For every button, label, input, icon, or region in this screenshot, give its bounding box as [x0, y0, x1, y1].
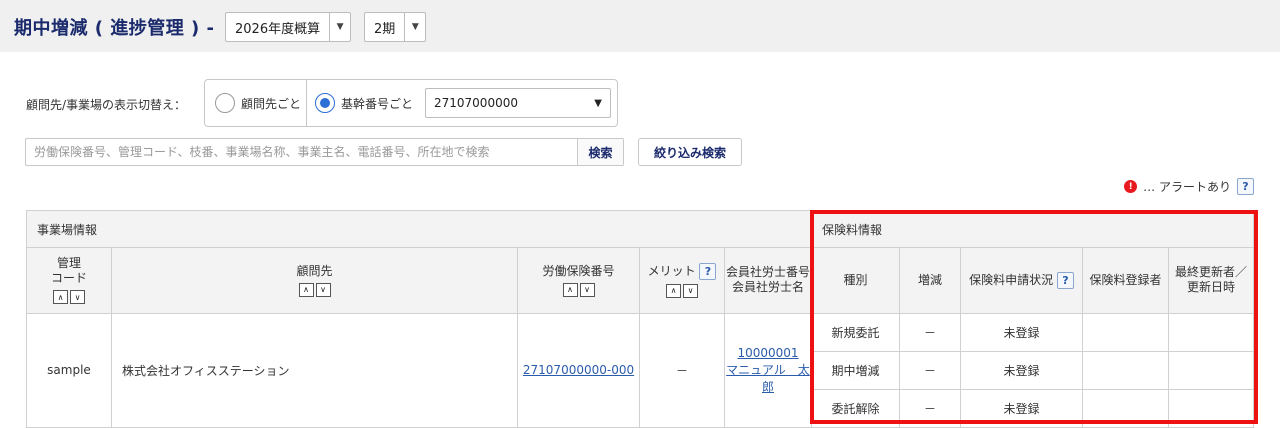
- cell-sharoushi: 10000001 マニュアル 太郎: [724, 312, 812, 428]
- cell-change: －: [899, 388, 961, 428]
- sort-desc-icon[interactable]: ∨: [70, 290, 85, 305]
- sort-desc-icon[interactable]: ∨: [683, 283, 698, 298]
- sort-buttons: ∧ ∨: [666, 283, 698, 298]
- col-header-code: 管理 コード ∧ ∨: [26, 247, 112, 314]
- radio-base-number-label: 基幹番号ごと: [341, 96, 414, 111]
- filter-search-button[interactable]: 絞り込み検索: [638, 138, 742, 166]
- period-select[interactable]: 2期 ▼: [364, 12, 427, 42]
- sort-buttons: ∧ ∨: [53, 290, 85, 305]
- cell-status: 未登録: [960, 312, 1083, 352]
- insurance-no-link[interactable]: 27107000000-000: [523, 363, 634, 377]
- display-switch-group: 顧問先ごと 基幹番号ごと 27107000000 ▼: [204, 79, 618, 127]
- sort-buttons: ∧ ∨: [562, 282, 595, 297]
- cell-updated: [1168, 388, 1254, 428]
- sort-asc-icon[interactable]: ∧: [666, 283, 681, 298]
- alert-legend: ! … アラートあり ?: [1124, 178, 1254, 195]
- sort-asc-icon[interactable]: ∧: [298, 282, 314, 297]
- col-code-label: 管理 コード: [50, 256, 87, 286]
- cell-code: sample: [26, 312, 112, 428]
- progress-table: 事業場情報 保険料情報 管理 コード ∧ ∨ 顧問先 ∧ ∨ 労働保険番号 ∧ ∨ メ…: [26, 209, 1254, 428]
- section-business-info: 事業場情報: [26, 209, 812, 249]
- radio-client-label: 顧問先ごと: [241, 96, 302, 111]
- page-title: 期中増減 ( 進捗管理 ) -: [14, 18, 215, 39]
- sharoushi-no-link[interactable]: 10000001: [737, 346, 798, 360]
- col-header-status: 保険料申請状況 ?: [960, 247, 1083, 314]
- cell-status: 未登録: [960, 388, 1083, 428]
- search-box: 検索: [25, 138, 624, 166]
- sharoushi-name-link[interactable]: マニュアル 太郎: [726, 363, 810, 394]
- radio-base-number[interactable]: 基幹番号ごと: [315, 93, 413, 113]
- sort-asc-icon[interactable]: ∧: [562, 282, 578, 297]
- sort-buttons: ∧ ∨: [298, 282, 331, 297]
- cell-client: 株式会社オフィスステーション: [111, 312, 518, 428]
- col-header-sharoushi: 会員社労士番号 会員社労士名: [724, 247, 812, 314]
- alert-legend-text: … アラートあり: [1143, 180, 1231, 194]
- base-number-value: 27107000000: [434, 96, 518, 110]
- cell-merit: －: [639, 312, 725, 428]
- cell-status: 未登録: [960, 350, 1083, 390]
- radio-client[interactable]: 顧問先ごと: [215, 93, 301, 113]
- base-number-select[interactable]: 27107000000 ▼: [425, 88, 611, 118]
- display-switch-label: 顧問先/事業場の表示切替え：: [26, 98, 187, 112]
- col-client-label: 顧問先: [296, 263, 333, 278]
- col-header-type: 種別: [811, 247, 900, 314]
- col-insurance-no-label: 労働保険番号: [542, 263, 615, 278]
- cell-change: －: [899, 312, 961, 352]
- cell-registrant: [1082, 388, 1169, 428]
- col-merit-wrap: メリット ?: [640, 262, 724, 280]
- cell-updated: [1168, 350, 1254, 390]
- col-merit-label: メリット: [647, 263, 696, 278]
- cell-registrant: [1082, 350, 1169, 390]
- table-row: sample 株式会社オフィスステーション 27107000000-000 － …: [26, 312, 1254, 428]
- cell-type: 新規委託: [811, 312, 900, 352]
- col-header-merit: メリット ? ∧ ∨: [639, 247, 725, 314]
- cell-type: 期中増減: [811, 350, 900, 390]
- col-header-updated: 最終更新者／ 更新日時: [1168, 247, 1254, 314]
- sort-desc-icon[interactable]: ∨: [315, 282, 331, 297]
- sort-asc-icon[interactable]: ∧: [53, 290, 68, 305]
- search-input[interactable]: [26, 139, 578, 165]
- cell-change: －: [899, 350, 961, 390]
- help-icon[interactable]: ?: [1056, 271, 1074, 289]
- col-header-client: 顧問先 ∧ ∨: [111, 247, 518, 314]
- year-select[interactable]: 2026年度概算 ▼: [225, 12, 352, 42]
- cell-insurance-no: 27107000000-000: [517, 312, 640, 428]
- cell-updated: [1168, 312, 1254, 352]
- period-select-value: 2期: [374, 21, 396, 37]
- radio-selected-icon[interactable]: [315, 93, 335, 113]
- search-button[interactable]: 検索: [577, 139, 623, 165]
- help-icon[interactable]: ?: [1237, 178, 1254, 195]
- chevron-down-icon[interactable]: ▼: [404, 13, 425, 41]
- col-header-registrant: 保険料登録者: [1082, 247, 1169, 314]
- divider: [306, 80, 307, 126]
- cell-registrant: [1082, 312, 1169, 352]
- top-bar: 期中増減 ( 進捗管理 ) - 2026年度概算 ▼ 2期 ▼: [0, 0, 1280, 52]
- cell-type: 委託解除: [811, 388, 900, 428]
- dropdown-arrow-icon: ▼: [594, 97, 602, 109]
- chevron-down-icon[interactable]: ▼: [329, 13, 350, 41]
- col-header-change: 増減: [899, 247, 961, 314]
- col-header-insurance-no: 労働保険番号 ∧ ∨: [517, 247, 640, 314]
- help-icon[interactable]: ?: [699, 262, 717, 280]
- radio-circle-icon[interactable]: [215, 93, 235, 113]
- year-select-value: 2026年度概算: [235, 21, 321, 37]
- alert-icon: !: [1124, 180, 1138, 193]
- col-status-label: 保険料申請状況: [969, 272, 1054, 287]
- section-premium-info: 保険料情報: [811, 209, 1254, 249]
- sort-desc-icon[interactable]: ∨: [579, 282, 595, 297]
